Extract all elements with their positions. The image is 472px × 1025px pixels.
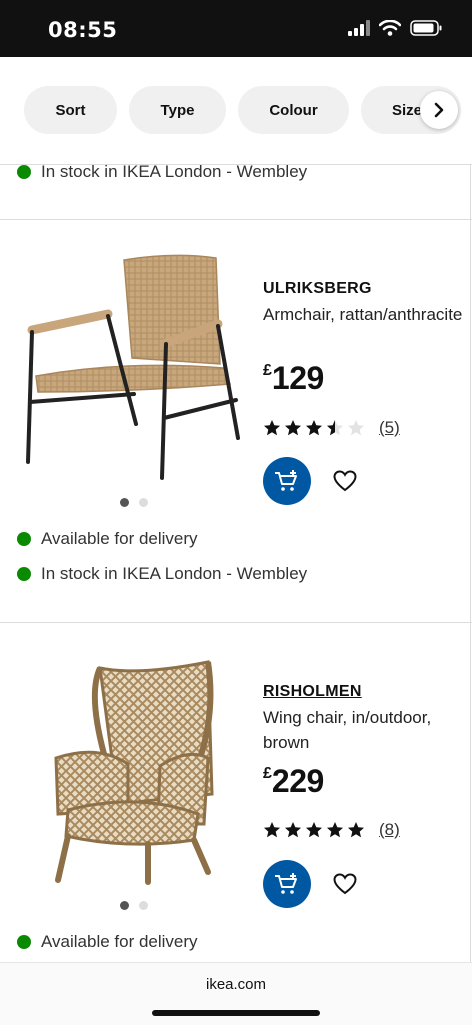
delivery-status: Available for delivery [17, 932, 198, 952]
status-bar: 08:55 [0, 0, 472, 57]
pager-dot[interactable] [139, 901, 148, 910]
star-icon [264, 822, 280, 838]
product-price: £129 [263, 360, 324, 397]
price-currency: £ [263, 765, 272, 782]
product-description: Armchair, rattan/anthracite [263, 305, 463, 324]
store-stock-status: In stock in IKEA London - Wembley [17, 564, 307, 584]
star-icon [264, 420, 280, 436]
image-pager [120, 498, 148, 507]
favourite-button[interactable] [331, 870, 359, 898]
store-stock-status: In stock in IKEA London - Wembley [17, 162, 307, 182]
star-icon [327, 420, 343, 436]
chevron-right-icon [434, 102, 444, 118]
cart-add-icon [275, 873, 297, 894]
status-time: 08:55 [48, 18, 118, 42]
product-price: £229 [263, 763, 324, 800]
wifi-icon [379, 20, 401, 36]
grid-line [470, 623, 471, 962]
store-stock-text: In stock in IKEA London - Wembley [41, 564, 308, 583]
star-icon [327, 822, 343, 838]
star-icon [285, 420, 301, 436]
product-image[interactable] [24, 252, 246, 484]
star-icon [348, 420, 364, 436]
status-icons [348, 20, 442, 36]
browser-address-bar[interactable]: ikea.com [0, 962, 472, 1025]
delivery-status-text: Available for delivery [41, 529, 198, 548]
rating[interactable]: (5) [263, 418, 400, 438]
product-divider [0, 219, 472, 220]
pager-dot-active[interactable] [120, 901, 129, 910]
delivery-status-text: Available for delivery [41, 932, 198, 951]
rating-count[interactable]: (8) [379, 820, 400, 840]
battery-icon [410, 20, 442, 36]
home-indicator[interactable] [152, 1010, 320, 1016]
rating[interactable]: (8) [263, 820, 400, 840]
in-stock-dot-icon [17, 567, 31, 581]
price-amount: 229 [271, 763, 324, 799]
product-description: Wing chair, in/outdoor, brown [263, 708, 432, 752]
in-stock-dot-icon [17, 935, 31, 949]
product-name[interactable]: ULRIKSBERG [263, 280, 372, 298]
signal-icon [348, 20, 370, 36]
pager-dot[interactable] [139, 498, 148, 507]
price-amount: 129 [271, 360, 324, 396]
url-text[interactable]: ikea.com [0, 976, 472, 993]
sort-chip-label: Sort [55, 101, 86, 119]
scroll-right-button[interactable] [420, 91, 458, 129]
in-stock-dot-icon [17, 532, 31, 546]
filter-bar: Sort Type Colour Size [0, 57, 472, 164]
heart-icon [333, 470, 357, 492]
star-icon [285, 822, 301, 838]
product-image[interactable] [48, 654, 220, 886]
rating-count[interactable]: (5) [379, 418, 400, 438]
star-icon [306, 420, 322, 436]
type-chip-label: Type [160, 101, 195, 119]
colour-chip[interactable]: Colour [238, 86, 349, 134]
in-stock-dot-icon [17, 165, 31, 179]
add-to-cart-button[interactable] [263, 860, 311, 908]
image-pager [120, 901, 148, 910]
product-name[interactable]: RISHOLMEN [263, 683, 362, 701]
cart-add-icon [275, 470, 297, 491]
star-icon [348, 822, 364, 838]
delivery-status: Available for delivery [17, 529, 198, 549]
star-icon [306, 822, 322, 838]
sort-chip[interactable]: Sort [24, 86, 117, 134]
colour-chip-label: Colour [269, 101, 318, 119]
rating-stars [263, 821, 365, 839]
grid-line [470, 164, 471, 220]
pager-dot-active[interactable] [120, 498, 129, 507]
favourite-button[interactable] [331, 467, 359, 495]
grid-line [470, 220, 471, 622]
size-chip-label: Size [392, 101, 423, 119]
add-to-cart-button[interactable] [263, 457, 311, 505]
heart-icon [333, 873, 357, 895]
product-divider [0, 622, 472, 623]
type-chip[interactable]: Type [129, 86, 226, 134]
rating-stars [263, 419, 365, 437]
store-stock-text: In stock in IKEA London - Wembley [41, 162, 308, 181]
price-currency: £ [263, 362, 272, 379]
